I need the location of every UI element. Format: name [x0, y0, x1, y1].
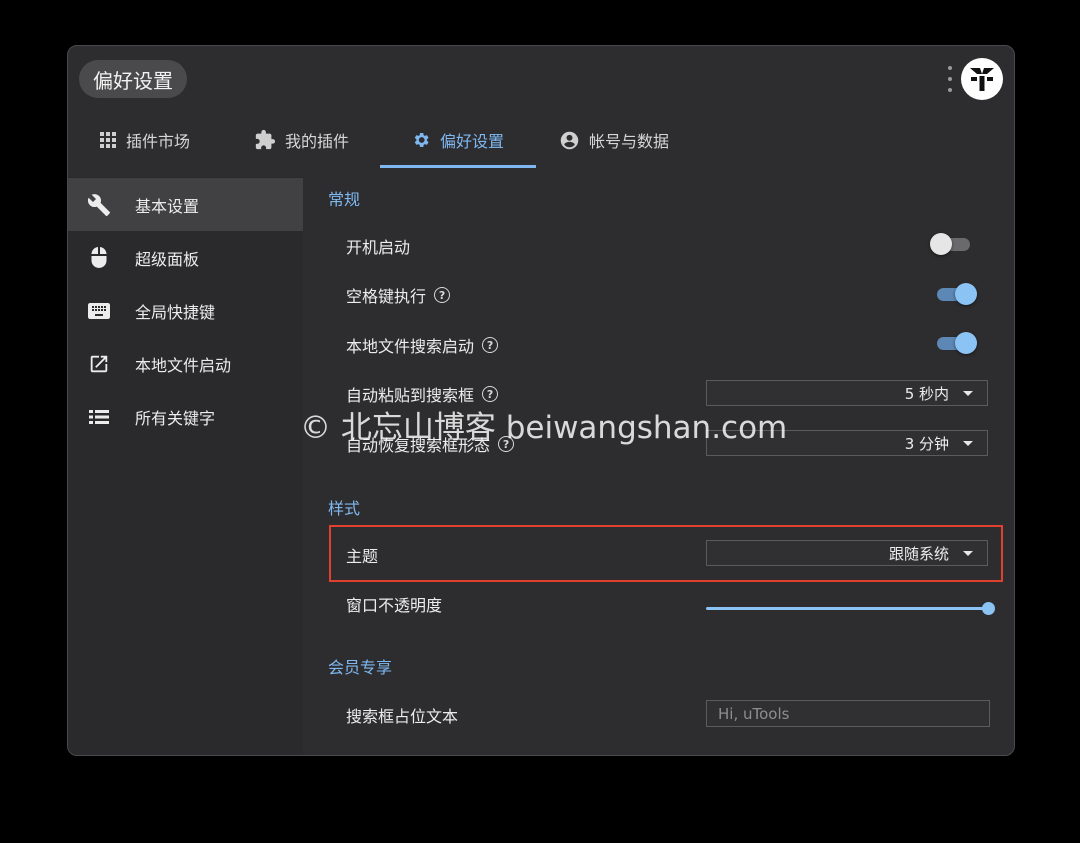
tab-preferences[interactable]: 偏好设置 [411, 112, 504, 168]
setting-label: 本地文件搜索启动 [346, 337, 475, 356]
tab-my-plugins[interactable]: 我的插件 [254, 112, 349, 168]
caret-down-icon [963, 440, 973, 446]
tab-plugin-market[interactable]: 插件市场 [99, 112, 190, 168]
caret-down-icon [963, 390, 973, 396]
tab-label: 我的插件 [285, 132, 350, 151]
boot-start-toggle[interactable] [930, 232, 974, 256]
sidebar-item-local-file-launch[interactable]: 本地文件启动 [68, 337, 303, 390]
slider-track [706, 607, 984, 610]
sidebar-item-super-panel[interactable]: 超级面板 [68, 231, 303, 284]
watermark: © 北忘山博客 beiwangshan.com [300, 410, 788, 446]
wrench-icon [87, 193, 111, 217]
list-icon [87, 405, 111, 429]
sidebar-item-label: 本地文件启动 [135, 355, 232, 375]
help-icon[interactable]: ? [482, 337, 499, 353]
placeholder-text-label: 搜索框占位文本 [346, 703, 458, 727]
setting-label: 窗口不透明度 [346, 596, 443, 615]
puzzle-icon [254, 129, 276, 151]
main-tabs: 插件市场 我的插件 偏好设置 帐号与数据 [68, 112, 1014, 168]
sidebar-item-label: 超级面板 [135, 249, 200, 269]
sidebar-item-label: 基本设置 [135, 196, 200, 216]
local-file-search-toggle[interactable] [933, 331, 977, 355]
select-value: 5 秒内 [904, 384, 949, 403]
sidebar-item-all-keywords[interactable]: 所有关键字 [68, 390, 303, 443]
section-heading-style: 样式 [328, 499, 361, 518]
section-heading-member: 会员专享 [328, 658, 393, 677]
active-tab-indicator [380, 165, 536, 168]
opacity-slider[interactable] [706, 602, 995, 616]
open-in-new-icon [87, 352, 111, 376]
preferences-window: 偏好设置 插件市场 我的插件 偏好设置 帐号与数据 基本设置 超级面板 全局快捷… [67, 45, 1015, 756]
sidebar: 基本设置 超级面板 全局快捷键 本地文件启动 所有关键字 [68, 177, 303, 755]
sidebar-item-global-shortcuts[interactable]: 全局快捷键 [68, 284, 303, 337]
setting-label: 空格键执行 [346, 287, 427, 306]
placeholder-text-input[interactable] [706, 700, 990, 727]
setting-label: 搜索框占位文本 [346, 707, 459, 726]
local-file-search-label: 本地文件搜索启动 ? [346, 333, 499, 357]
more-menu-icon[interactable] [946, 66, 954, 92]
tab-label: 插件市场 [126, 132, 191, 151]
mouse-icon [87, 246, 111, 270]
sidebar-item-label: 全局快捷键 [135, 302, 216, 322]
select-value: 3 分钟 [904, 434, 949, 453]
sidebar-item-basic-settings[interactable]: 基本设置 [68, 178, 303, 231]
theme-highlight-box [329, 525, 1003, 582]
space-exec-label: 空格键执行 ? [346, 283, 451, 307]
opacity-label: 窗口不透明度 [346, 592, 442, 616]
tab-label: 帐号与数据 [589, 132, 670, 151]
gear-icon [411, 130, 431, 150]
help-icon[interactable]: ? [434, 287, 451, 303]
settings-content: 常规 开机启动 空格键执行 ? 本地文件搜索启动 ? 自动粘贴到搜索框 ? 5 … [303, 177, 1014, 755]
utools-logo-icon[interactable] [961, 58, 1003, 100]
sidebar-item-label: 所有关键字 [135, 408, 216, 428]
tab-label: 偏好设置 [440, 132, 505, 151]
slider-thumb[interactable] [982, 602, 995, 615]
space-exec-toggle[interactable] [933, 282, 977, 306]
keyboard-icon [87, 299, 111, 323]
window-title: 偏好设置 [79, 60, 187, 98]
tab-account-data[interactable]: 帐号与数据 [559, 112, 669, 168]
boot-start-label: 开机启动 [346, 234, 410, 258]
account-circle-icon [559, 130, 580, 151]
section-heading-general: 常规 [328, 190, 361, 209]
help-icon[interactable]: ? [482, 386, 499, 402]
grid-icon [99, 131, 117, 149]
setting-label: 开机启动 [346, 238, 411, 257]
